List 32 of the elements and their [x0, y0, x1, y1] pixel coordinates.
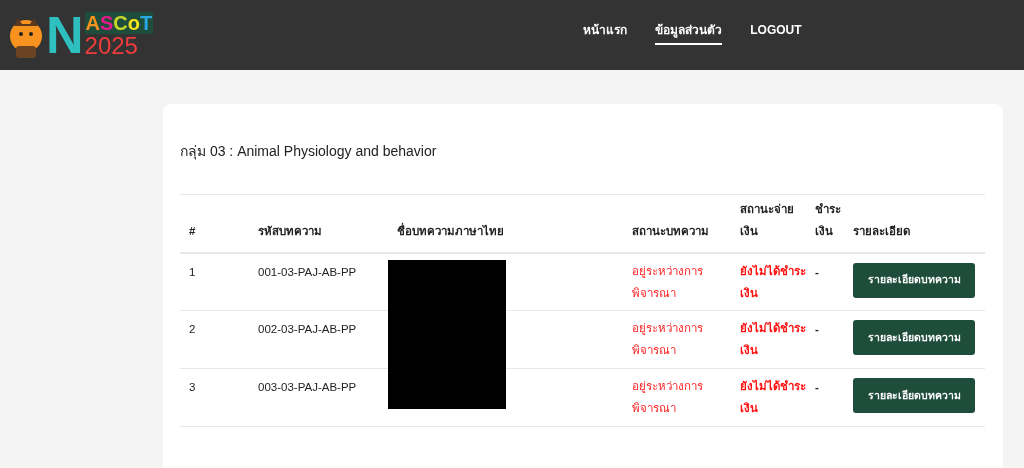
- payment-status: ยังไม่ได้ชำระเงิน: [740, 263, 806, 301]
- row-number: 2: [189, 323, 196, 335]
- payment-value: -: [815, 265, 819, 278]
- logo-year: 2025: [84, 34, 139, 58]
- article-code: 003-03-PAJ-AB-PP: [258, 381, 357, 393]
- article-status: อยู่ระหว่างการพิจารณา: [632, 263, 704, 301]
- column-header: สถานะจ่ายเงิน: [740, 202, 794, 237]
- column-header: ชื่อบทความภาษาไทย: [397, 224, 504, 237]
- article-details-button[interactable]: รายละเอียดบทความ: [853, 320, 975, 355]
- row-number: 1: [189, 265, 196, 278]
- column-header: #: [189, 224, 196, 237]
- payment-value: -: [815, 381, 819, 393]
- nav-link[interactable]: ข้อมูลส่วนตัว: [655, 21, 723, 45]
- article-code: 002-03-PAJ-AB-PP: [258, 323, 357, 335]
- column-header: รหัสบทความ: [258, 224, 322, 237]
- column-header: ชำระเงิน: [815, 202, 841, 237]
- logo-letter: N: [46, 9, 84, 61]
- row-number: 3: [189, 381, 196, 393]
- article-details-button[interactable]: รายละเอียดบทความ: [853, 262, 975, 298]
- article-status: อยู่ระหว่างการพิจารณา: [632, 321, 704, 358]
- column-header: รายละเอียด: [853, 224, 910, 237]
- article-details-button[interactable]: รายละเอียดบทความ: [853, 378, 975, 413]
- article-status: อยู่ระหว่างการพิจารณา: [632, 379, 704, 416]
- payment-status: ยังไม่ได้ชำระเงิน: [740, 320, 806, 358]
- nav-link[interactable]: หน้าแรก: [583, 21, 628, 45]
- column-header: สถานะบทความ: [632, 224, 709, 237]
- payment-value: -: [815, 323, 819, 335]
- group-title: กลุ่ม 03 : Animal Physiology and behavior: [180, 142, 438, 162]
- logo-wordmark: ASCoT: [84, 12, 154, 34]
- nav-link[interactable]: LOGOUT: [750, 21, 802, 45]
- payment-status: ยังไม่ได้ชำระเงิน: [740, 378, 806, 416]
- article-code: 001-03-PAJ-AB-PP: [258, 265, 357, 278]
